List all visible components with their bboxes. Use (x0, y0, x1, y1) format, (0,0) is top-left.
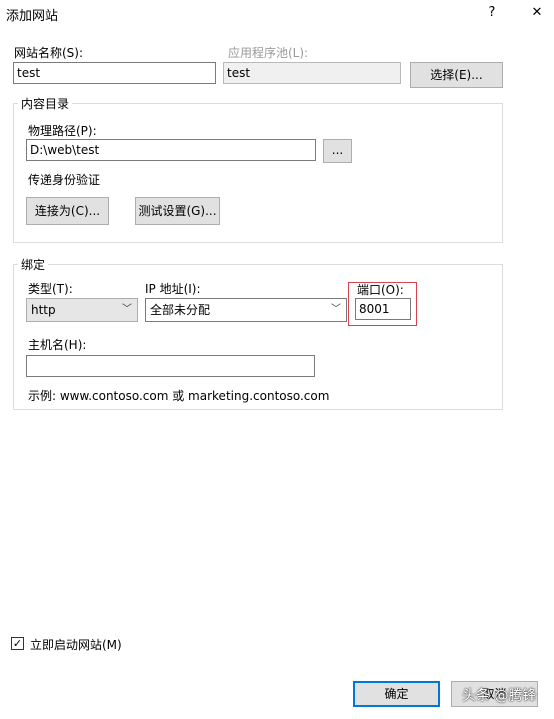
type-select[interactable]: http ﹀ (26, 298, 138, 322)
ok-button[interactable]: 确定 (353, 681, 440, 707)
type-value: http (31, 303, 56, 317)
port-label: 端口(O): (357, 283, 404, 297)
start-immediately-label: 立即启动网站(M) (30, 638, 122, 652)
watermark: 头条 @腾锋 (462, 688, 537, 704)
test-settings-button[interactable]: 测试设置(G)... (135, 197, 220, 225)
ip-address-label: IP 地址(I): (145, 282, 201, 296)
content-directory-title: 内容目录 (18, 95, 73, 112)
close-button[interactable]: ✕ (524, 3, 550, 23)
site-name-input[interactable]: test (13, 62, 216, 84)
ip-address-value: 全部未分配 (150, 303, 211, 317)
window-title: 添加网站 (6, 9, 59, 24)
start-immediately-checkbox[interactable]: ✓ (11, 637, 24, 650)
chevron-down-icon: ﹀ (122, 304, 132, 315)
app-pool-label: 应用程序池(L): (228, 46, 309, 60)
hostname-input[interactable] (26, 355, 315, 377)
binding-title: 绑定 (18, 256, 49, 273)
app-pool-field: test (223, 62, 401, 84)
connect-as-button[interactable]: 连接为(C)... (26, 197, 109, 225)
help-button[interactable]: ? (479, 3, 505, 23)
pass-through-auth-label: 传递身份验证 (28, 173, 101, 187)
port-input[interactable]: 8001 (355, 298, 411, 320)
select-app-pool-button[interactable]: 选择(E)... (410, 62, 503, 88)
chevron-down-icon: ﹀ (331, 304, 341, 315)
type-label: 类型(T): (28, 282, 73, 296)
hostname-example: 示例: www.contoso.com 或 marketing.contoso.… (28, 389, 330, 403)
hostname-label: 主机名(H): (28, 338, 87, 352)
site-name-label: 网站名称(S): (14, 46, 84, 60)
browse-button[interactable]: ... (323, 139, 352, 163)
physical-path-label: 物理路径(P): (28, 124, 97, 138)
physical-path-input[interactable]: D:\web\test (26, 139, 316, 161)
ip-address-select[interactable]: 全部未分配 ﹀ (145, 298, 347, 322)
